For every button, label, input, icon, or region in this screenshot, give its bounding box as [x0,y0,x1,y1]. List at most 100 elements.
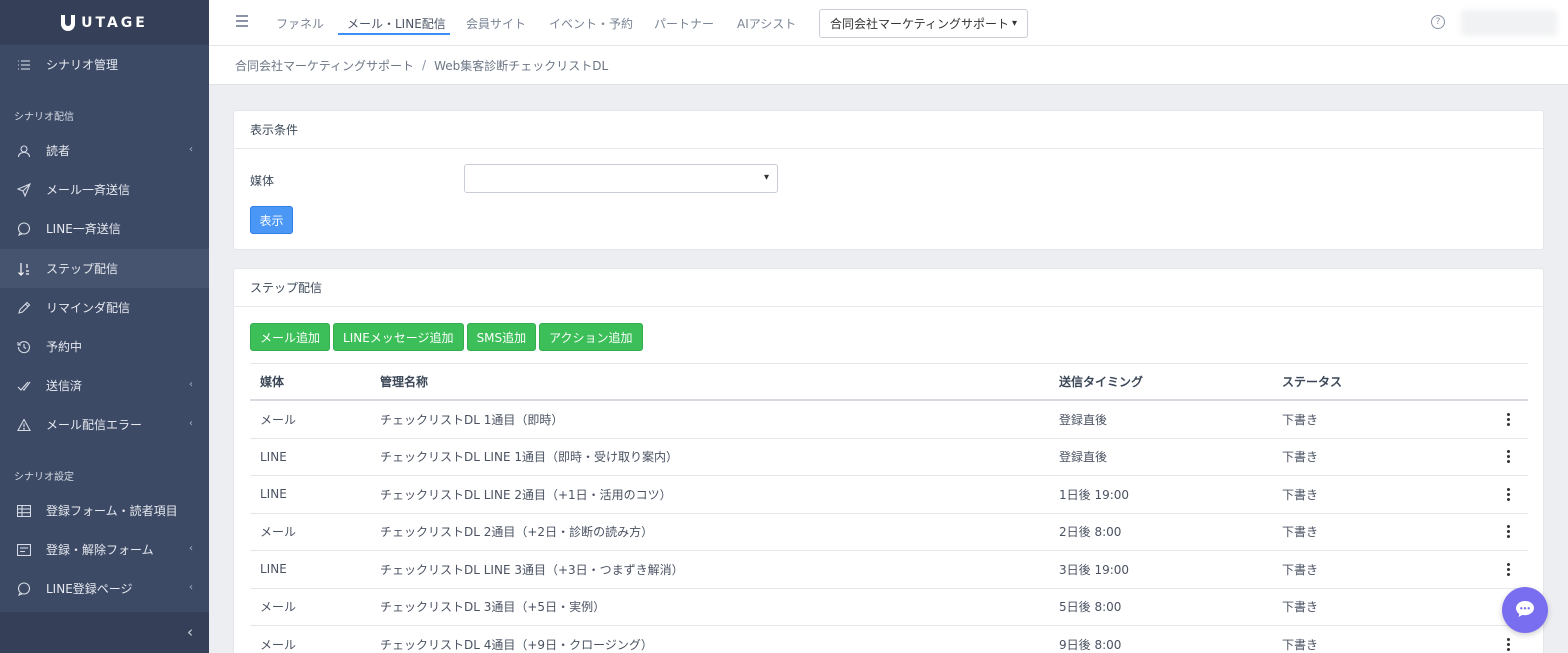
media-filter-label: 媒体 [250,174,275,188]
brand-name: UTAGE [81,14,148,31]
more-vertical-icon[interactable] [1500,551,1516,588]
row-status: 下書き [1282,562,1319,577]
more-vertical-icon[interactable] [1500,514,1516,551]
table-row[interactable]: メール チェックリストDL 1通目（即時） 登録直後 下書き [250,401,1528,439]
step-delivery-table: 媒体 管理名称 送信タイミング ステータス メール チェックリストDL 1通目（… [250,363,1528,653]
chevron-left-icon: ‹ [189,379,193,390]
sidebar-item-label: 登録・解除フォーム [46,543,154,557]
row-name[interactable]: チェックリストDL LINE 2通目（+1日・活用のコツ） [380,476,672,513]
sidebar-item-mail-error[interactable]: メール配信エラー ‹ [0,405,209,444]
sidebar-item-sent[interactable]: 送信済 ‹ [0,366,209,405]
sidebar-item-scenario-management[interactable]: シナリオ管理 [0,45,209,84]
nav-mail-line-delivery[interactable]: メール・LINE配信 [347,15,446,32]
row-media: LINE [260,487,287,502]
help-icon[interactable]: ? [1431,15,1445,29]
form-icon [16,542,32,558]
paper-plane-icon [16,182,32,198]
sidebar-item-line-registration-page[interactable]: LINE登録ページ ‹ [0,569,209,608]
table-header: 媒体 管理名称 送信タイミング ステータス [250,363,1528,401]
row-media: メール [260,600,297,615]
history-icon [16,339,32,355]
organization-select[interactable]: 合同会社マーケティングサポート ▾ [819,9,1028,38]
step-delivery-card: ステップ配信 メール追加 LINEメッセージ追加 SMS追加 アクション追加 媒… [233,268,1544,653]
show-button[interactable]: 表示 [250,206,293,234]
sidebar-item-label: メール配信エラー [46,418,143,432]
table-row[interactable]: LINE チェックリストDL LINE 2通目（+1日・活用のコツ） 1日後 1… [250,476,1528,514]
brand-logo[interactable]: UTAGE [0,0,209,45]
chevron-left-icon: ‹ [189,418,193,429]
breadcrumb-item-scenario: Web集客診断チェックリストDL [434,58,609,73]
table-row[interactable]: メール チェックリストDL 3通目（+5日・実例） 5日後 8:00 下書き [250,589,1528,626]
row-status: 下書き [1282,412,1319,427]
column-status: ステータス [1282,375,1343,389]
row-name[interactable]: チェックリストDL LINE 3通目（+3日・つまずき解消） [380,551,684,588]
sidebar-item-line-broadcast[interactable]: LINE一斉送信 [0,209,209,248]
column-timing: 送信タイミング [1059,375,1144,389]
column-name: 管理名称 [380,375,429,389]
nav-ai-assist[interactable]: AIアシスト [737,15,796,32]
row-name[interactable]: チェックリストDL 3通目（+5日・実例） [380,589,605,626]
sidebar-item-step-delivery[interactable]: ステップ配信 [0,249,209,288]
user-menu[interactable] [1461,10,1557,36]
more-vertical-icon[interactable] [1500,439,1516,476]
chat-support-button[interactable] [1502,587,1548,633]
chevron-down-icon: ▾ [763,172,769,183]
sidebar-item-label: 登録フォーム・読者項目 [46,504,178,518]
sidebar: UTAGE シナリオ管理 シナリオ配信 読者 ‹ メール一斉送信 LINE一斉送… [0,0,209,653]
sidebar-section-scenario-delivery: シナリオ配信 [14,112,74,123]
more-vertical-icon[interactable] [1500,401,1516,438]
nav-partner[interactable]: パートナー [654,15,714,32]
organization-select-value: 合同会社マーケティングサポート [830,17,1010,31]
breadcrumb-item-organization[interactable]: 合同会社マーケティングサポート [235,57,414,74]
user-icon [16,143,32,159]
nav-member-site[interactable]: 会員サイト [466,15,526,32]
double-check-icon [16,378,32,394]
sort-icon [16,261,32,277]
sidebar-item-mail-broadcast[interactable]: メール一斉送信 [0,170,209,209]
nav-funnel[interactable]: ファネル [276,15,324,32]
sidebar-item-subscribe-unsubscribe-form[interactable]: 登録・解除フォーム ‹ [0,530,209,569]
row-media: LINE [260,449,287,464]
row-name[interactable]: チェックリストDL LINE 1通目（即時・受け取り案内） [380,439,678,476]
row-name[interactable]: チェックリストDL 2通目（+2日・診断の読み方） [380,514,653,551]
row-name[interactable]: チェックリストDL 1通目（即時） [380,401,563,438]
warning-icon [16,417,32,433]
row-timing: 登録直後 [1059,450,1108,465]
table-row[interactable]: メール チェックリストDL 2通目（+2日・診断の読み方） 2日後 8:00 下… [250,514,1528,551]
more-vertical-icon[interactable] [1500,476,1516,513]
table-row[interactable]: LINE チェックリストDL LINE 3通目（+3日・つまずき解消） 3日後 … [250,551,1528,589]
sidebar-item-label: 予約中 [46,340,83,354]
chevron-left-icon: ‹ [189,582,193,593]
add-action-button[interactable]: アクション追加 [539,323,643,351]
chevron-left-icon: ‹ [189,144,193,155]
sidebar-item-scheduled[interactable]: 予約中 [0,327,209,366]
row-timing: 登録直後 [1059,412,1108,427]
add-mail-button[interactable]: メール追加 [250,323,331,351]
add-buttons: メール追加 LINEメッセージ追加 SMS追加 アクション追加 [250,323,643,351]
hamburger-menu-icon[interactable] [236,15,248,27]
sidebar-item-readers[interactable]: 読者 ‹ [0,131,209,170]
row-media: メール [260,525,297,540]
row-timing: 9日後 8:00 [1059,637,1122,652]
step-delivery-title: ステップ配信 [234,269,1543,307]
table-row[interactable]: メール チェックリストDL 4通目（+9日・クロージング） 9日後 8:00 下… [250,626,1528,653]
row-name[interactable]: チェックリストDL 4通目（+9日・クロージング） [380,626,653,653]
media-filter-select[interactable]: ▾ [464,164,778,193]
row-media: メール [260,412,297,427]
sidebar-item-reminder-delivery[interactable]: リマインダ配信 [0,288,209,327]
chat-icon [1515,600,1535,621]
sidebar-collapse-toggle[interactable]: ‹ [0,612,209,653]
row-status: 下書き [1282,525,1319,540]
table-row[interactable]: LINE チェックリストDL LINE 1通目（即時・受け取り案内） 登録直後 … [250,439,1528,476]
add-sms-button[interactable]: SMS追加 [466,323,537,351]
sidebar-item-label: 送信済 [46,379,83,393]
row-timing: 5日後 8:00 [1059,600,1122,615]
row-status: 下書き [1282,637,1319,652]
add-line-message-button[interactable]: LINEメッセージ追加 [333,323,464,351]
chevron-left-icon: ‹ [189,543,193,554]
nav-event-reservation[interactable]: イベント・予約 [549,15,633,32]
row-timing: 2日後 8:00 [1059,525,1122,540]
sidebar-item-registration-form-fields[interactable]: 登録フォーム・読者項目 [0,491,209,530]
sidebar-item-label: LINE一斉送信 [46,222,121,236]
filter-card: 表示条件 媒体 ▾ 表示 [233,110,1544,250]
